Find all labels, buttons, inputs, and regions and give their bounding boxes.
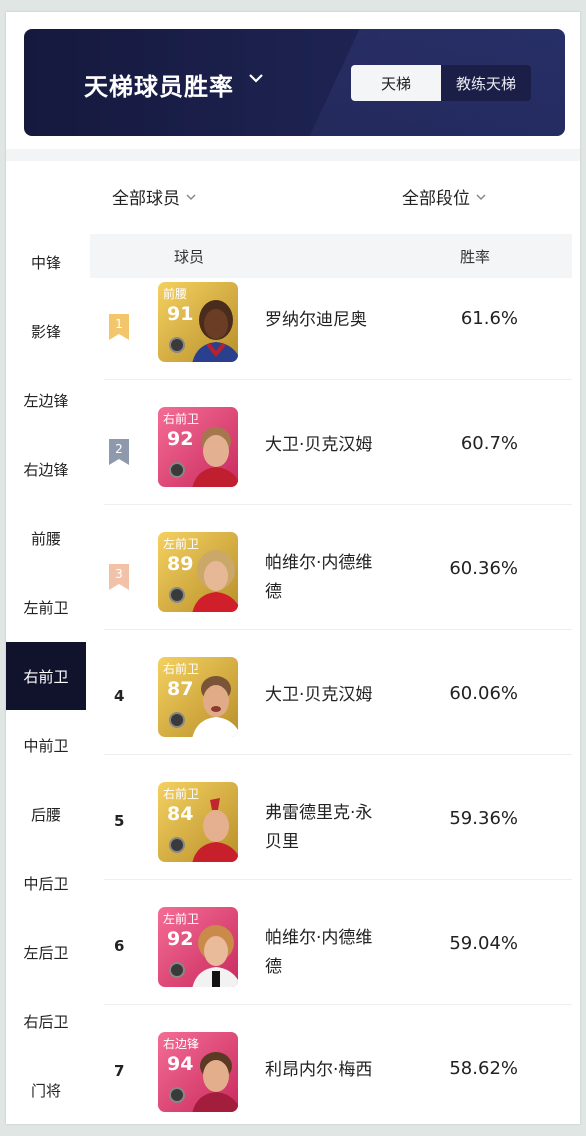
card-position: 前腰 <box>163 287 188 301</box>
player-name: 罗纳尔迪尼奥 <box>265 306 415 335</box>
win-rate: 60.06% <box>449 683 518 704</box>
header-banner: 天梯球员胜率 天梯 教练天梯 <box>24 29 565 136</box>
chevron-down-icon[interactable] <box>247 71 265 85</box>
table-row[interactable]: 3 左前卫 89 帕维尔·内德维 德 60.36% <box>90 512 572 630</box>
sidebar-item-rwf[interactable]: 右边锋 <box>6 449 86 489</box>
sidebar-item-lwf[interactable]: 左边锋 <box>6 380 86 420</box>
page-title[interactable]: 天梯球员胜率 <box>84 67 234 102</box>
sidebar-item-lb[interactable]: 左后卫 <box>6 932 86 972</box>
player-name: 大卫·贝克汉姆 <box>265 431 415 460</box>
rank-gold-badge-icon <box>109 314 129 340</box>
win-rate: 58.62% <box>449 1058 518 1079</box>
player-name-line1: 帕维尔·内德维 <box>265 928 373 948</box>
win-rate: 59.36% <box>449 808 518 829</box>
row-divider <box>104 879 572 880</box>
row-divider <box>104 754 572 755</box>
player-name-line1: 大卫·贝克汉姆 <box>265 685 373 705</box>
player-name-line2: 德 <box>265 582 282 602</box>
rank-bronze-badge-icon <box>109 564 129 590</box>
player-name-line1: 弗雷德里克·永 <box>265 803 373 823</box>
win-rate: 60.36% <box>449 558 518 579</box>
rank-number: 6 <box>114 937 125 955</box>
win-rate: 61.6% <box>460 308 518 329</box>
player-card[interactable]: 右边锋 94 <box>158 1032 238 1112</box>
table-row[interactable]: 2 右前卫 92 大卫·贝克汉姆 60.7% <box>90 387 572 505</box>
player-card[interactable]: 左前卫 92 <box>158 907 238 987</box>
player-portrait-icon <box>192 427 238 487</box>
sidebar-item-rmf[interactable]: 右前卫 <box>6 642 86 710</box>
player-name: 弗雷德里克·永 贝里 <box>265 799 415 857</box>
sidebar-item-rb[interactable]: 右后卫 <box>6 1001 86 1041</box>
player-card[interactable]: 左前卫 89 <box>158 532 238 612</box>
player-name: 利昂内尔·梅西 <box>265 1056 415 1085</box>
player-name-line1: 罗纳尔迪尼奥 <box>265 310 367 330</box>
tab-ladder[interactable]: 天梯 <box>351 65 441 101</box>
chevron-down-icon <box>186 193 196 200</box>
row-divider <box>104 629 572 630</box>
win-rate: 60.7% <box>460 433 518 454</box>
ladder-tab-group: 天梯 教练天梯 <box>351 65 531 101</box>
filter-bar: 全部球员 全部段位 <box>6 184 580 214</box>
club-emblem-icon <box>169 587 185 603</box>
player-portrait-icon <box>192 550 238 612</box>
player-filter-dropdown[interactable]: 全部球员 <box>112 184 197 209</box>
rank-silver-badge-icon <box>109 439 129 465</box>
player-name: 帕维尔·内德维 德 <box>265 549 415 607</box>
rank-number: 7 <box>114 1062 125 1080</box>
player-card[interactable]: 右前卫 84 <box>158 782 238 862</box>
win-rate: 59.04% <box>449 933 518 954</box>
club-emblem-icon <box>169 712 185 728</box>
club-emblem-icon <box>169 962 185 978</box>
sidebar-item-lmf[interactable]: 左前卫 <box>6 587 86 627</box>
row-divider <box>104 379 572 380</box>
player-portrait-icon <box>192 925 238 987</box>
sidebar-item-amf[interactable]: 前腰 <box>6 518 86 558</box>
player-name-line2: 德 <box>265 957 282 977</box>
chevron-down-icon <box>476 193 486 200</box>
sidebar-item-cb[interactable]: 中后卫 <box>6 863 86 903</box>
sidebar-item-dmf[interactable]: 后腰 <box>6 794 86 834</box>
player-card[interactable]: 前腰 91 <box>158 282 238 362</box>
player-portrait-icon <box>192 676 238 737</box>
position-sidebar: 中锋 影锋 左边锋 右边锋 前腰 左前卫 右前卫 中前卫 后腰 中后卫 左后卫 … <box>6 230 86 1124</box>
table-row[interactable]: 4 右前卫 87 大卫·贝克汉姆 60.06% <box>90 637 572 755</box>
sidebar-item-cmf[interactable]: 中前卫 <box>6 725 86 765</box>
table-row[interactable]: 1 前腰 91 罗纳尔迪尼奥 61.6% <box>90 262 572 380</box>
club-emblem-icon <box>169 837 185 853</box>
sidebar-item-gk[interactable]: 门将 <box>6 1070 86 1110</box>
player-name-line2: 贝里 <box>265 832 299 852</box>
rank-number: 4 <box>114 687 125 705</box>
row-divider <box>104 504 572 505</box>
player-portrait-icon <box>192 798 238 862</box>
table-row[interactable]: 6 左前卫 92 帕维尔·内德维 德 59.04% <box>90 887 572 1005</box>
player-name-line1: 利昂内尔·梅西 <box>265 1060 373 1080</box>
player-filter-label: 全部球员 <box>112 189 180 209</box>
rank-number: 5 <box>114 812 125 830</box>
player-card[interactable]: 右前卫 87 <box>158 657 238 737</box>
player-portrait-icon <box>192 300 238 362</box>
sidebar-item-ss[interactable]: 影锋 <box>6 311 86 351</box>
app-frame: 天梯球员胜率 天梯 教练天梯 全部球员 全部段位 中锋 影锋 左边锋 右边锋 前… <box>6 12 580 1124</box>
club-emblem-icon <box>169 462 185 478</box>
section-divider <box>6 149 580 161</box>
row-divider <box>104 1004 572 1005</box>
player-name: 大卫·贝克汉姆 <box>265 681 415 710</box>
club-emblem-icon <box>169 337 185 353</box>
table-row[interactable]: 5 右前卫 84 弗雷德里克·永 贝里 59.36% <box>90 762 572 880</box>
tier-filter-label: 全部段位 <box>402 189 470 209</box>
player-name-line1: 帕维尔·内德维 <box>265 553 373 573</box>
tab-coach-ladder[interactable]: 教练天梯 <box>441 65 531 101</box>
player-card[interactable]: 右前卫 92 <box>158 407 238 487</box>
player-name-line1: 大卫·贝克汉姆 <box>265 435 373 455</box>
club-emblem-icon <box>169 1087 185 1103</box>
table-row[interactable]: 7 右边锋 94 利昂内尔·梅西 58.62% <box>90 1012 572 1124</box>
player-portrait-icon <box>192 1052 238 1112</box>
player-name: 帕维尔·内德维 德 <box>265 924 415 982</box>
tier-filter-dropdown[interactable]: 全部段位 <box>402 184 487 209</box>
sidebar-item-cf[interactable]: 中锋 <box>6 242 86 282</box>
